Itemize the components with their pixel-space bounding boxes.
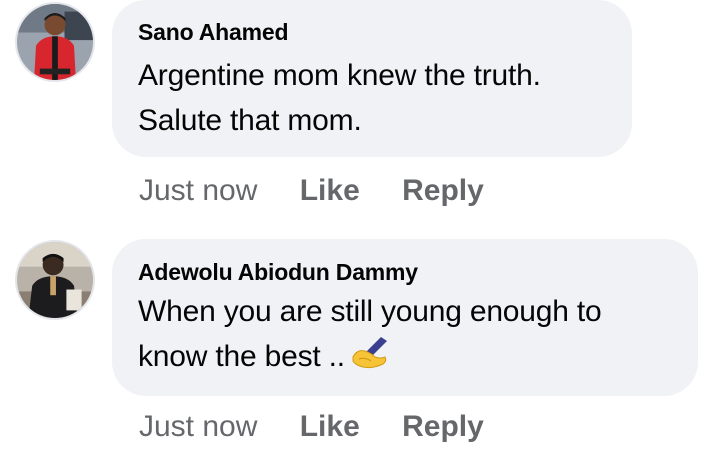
profile-photo-icon (17, 4, 93, 80)
avatar[interactable] (15, 240, 95, 320)
writing-hand-emoji-icon (351, 335, 391, 382)
comment-timestamp[interactable]: Just now (139, 174, 257, 207)
comment-author[interactable]: Sano Ahamed (138, 19, 289, 46)
comment-text-line: Salute that mom. (138, 104, 362, 137)
comment-text-line: Argentine mom knew the truth. (138, 59, 541, 92)
comment-text: When you are still young enough to know … (138, 289, 602, 382)
profile-photo-icon (17, 242, 93, 318)
like-button[interactable]: Like (300, 410, 360, 443)
comment-bubble: Sano Ahamed Argentine mom knew the truth… (112, 0, 632, 157)
comment-text-line: know the best .. (138, 334, 602, 382)
comment-timestamp[interactable]: Just now (139, 410, 257, 443)
like-button[interactable]: Like (300, 174, 360, 207)
comment-text-content: know the best .. (138, 340, 345, 373)
reply-button[interactable]: Reply (402, 410, 484, 443)
comment-author[interactable]: Adewolu Abiodun Dammy (138, 259, 418, 286)
reply-button[interactable]: Reply (402, 174, 484, 207)
comment-text-line: When you are still young enough to (138, 295, 602, 328)
avatar[interactable] (15, 2, 95, 82)
comment-actions: Just now Like Reply (139, 410, 484, 444)
comment-bubble: Adewolu Abiodun Dammy When you are still… (112, 239, 698, 396)
comment-text: Argentine mom knew the truth. Salute tha… (138, 53, 541, 143)
comment-actions: Just now Like Reply (139, 174, 484, 208)
